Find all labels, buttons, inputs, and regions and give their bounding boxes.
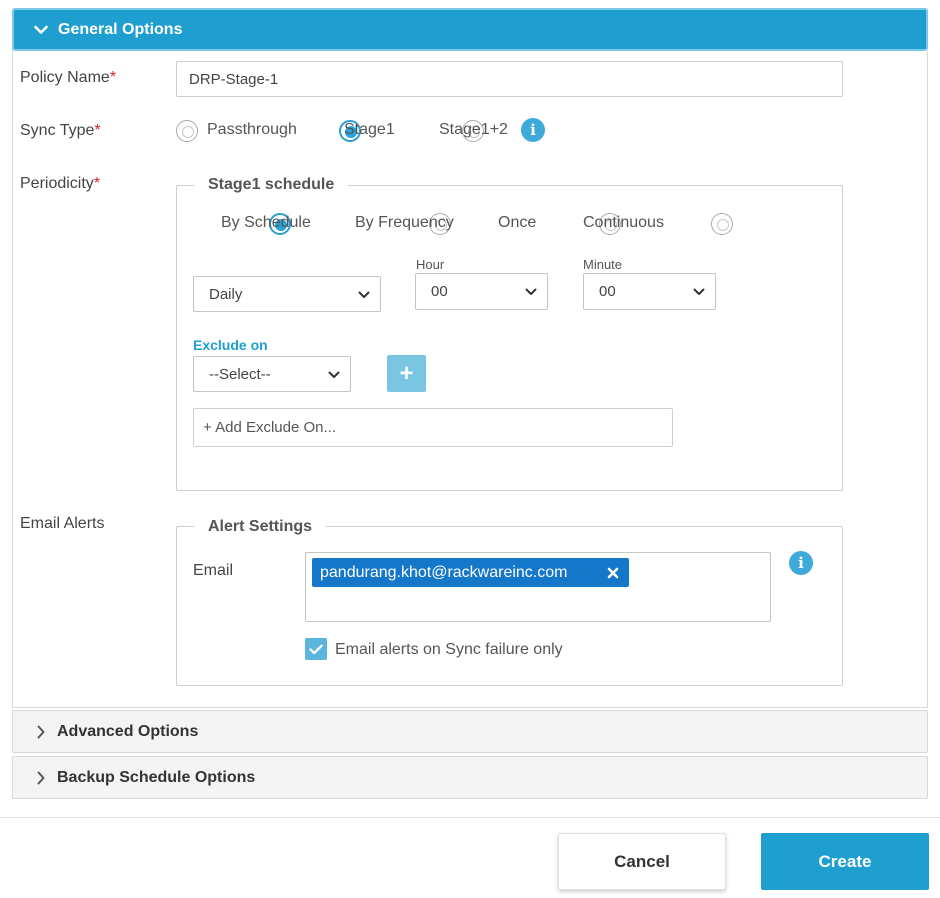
hour-select-value: 00 [431, 283, 448, 300]
minute-label: Minute [583, 257, 623, 272]
alert-settings-legend: Alert Settings [194, 518, 327, 536]
radio-by-frequency-label: By Frequency [355, 214, 454, 231]
create-button[interactable]: Create [761, 833, 929, 890]
frequency-select-value: Daily [209, 285, 243, 303]
cancel-button[interactable]: Cancel [558, 833, 726, 890]
hour-select[interactable]: 00 [415, 273, 548, 310]
chevron-right-icon [37, 725, 45, 739]
advanced-options-title: Advanced Options [57, 722, 199, 740]
general-options-header[interactable]: General Options [12, 8, 928, 51]
add-exclude-on-placeholder: + Add Exclude On... [203, 419, 337, 436]
email-tag-text: pandurang.khot@rackwareinc.com [320, 563, 568, 581]
chevron-down-icon [693, 283, 705, 300]
stage1-schedule-legend: Stage1 schedule [194, 176, 349, 194]
periodicity-label: Periodicity* [20, 175, 101, 192]
info-icon[interactable]: i [521, 118, 545, 142]
chevron-down-icon [328, 366, 340, 383]
radio-by-schedule-label: By Schedule [221, 214, 311, 231]
info-icon[interactable]: i [789, 551, 813, 575]
radio-stage1-label: Stage1 [344, 121, 395, 138]
minute-select-value: 00 [599, 283, 616, 300]
advanced-options-header[interactable]: Advanced Options [12, 710, 928, 753]
radio-passthrough[interactable] [176, 120, 198, 142]
required-marker: * [93, 175, 101, 192]
exclude-on-select-value: --Select-- [209, 365, 271, 383]
required-marker: * [94, 122, 101, 139]
policy-name-value: DRP-Stage-1 [189, 70, 279, 88]
sync-failure-checkbox[interactable] [305, 638, 327, 660]
backup-schedule-options-title: Backup Schedule Options [57, 768, 256, 786]
backup-schedule-options-header[interactable]: Backup Schedule Options [12, 756, 928, 799]
exclude-on-select[interactable]: --Select-- [193, 356, 351, 392]
footer-divider [0, 817, 940, 818]
email-alerts-label: Email Alerts [20, 515, 105, 532]
required-marker: * [109, 69, 117, 86]
remove-icon[interactable] [607, 567, 619, 579]
sync-type-label: Sync Type* [20, 122, 101, 139]
policy-name-label: Policy Name* [20, 69, 117, 86]
chevron-down-icon [34, 25, 48, 35]
chevron-right-icon [37, 771, 45, 785]
radio-continuous-label: Continuous [583, 214, 664, 231]
add-exclude-on-input[interactable]: + Add Exclude On... [193, 408, 673, 447]
chevron-down-icon [358, 286, 370, 303]
sync-failure-checkbox-label: Email alerts on Sync failure only [335, 641, 563, 658]
radio-continuous[interactable] [710, 213, 733, 235]
radio-stage1-2-label: Stage1+2 [439, 121, 508, 138]
radio-once-label: Once [498, 214, 537, 231]
radio-passthrough-label: Passthrough [207, 121, 297, 138]
check-icon [309, 644, 323, 654]
email-label: Email [193, 562, 234, 579]
frequency-select[interactable]: Daily [193, 276, 381, 312]
chevron-down-icon [525, 283, 537, 300]
exclude-on-label: Exclude on [193, 337, 268, 353]
minute-select[interactable]: 00 [583, 273, 716, 310]
general-options-title: General Options [58, 20, 183, 38]
add-exclude-button[interactable]: + [387, 355, 426, 392]
hour-label: Hour [416, 257, 445, 272]
policy-name-input[interactable]: DRP-Stage-1 [176, 61, 843, 97]
plus-icon: + [399, 359, 414, 387]
email-tag: pandurang.khot@rackwareinc.com [312, 558, 629, 587]
